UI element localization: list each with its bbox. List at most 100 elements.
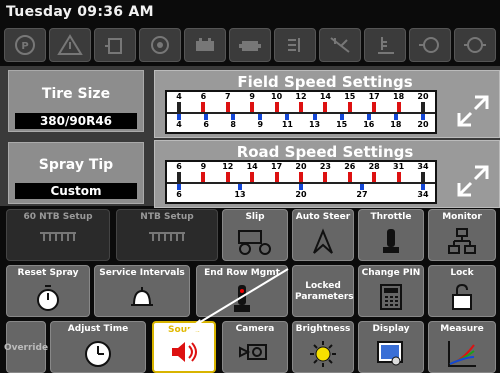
gauge-setpoint-bar[interactable] bbox=[201, 102, 206, 112]
gauge-top-tick: 7 bbox=[225, 92, 231, 101]
gauge-setpoint-bar[interactable] bbox=[250, 102, 255, 112]
warning-icon bbox=[49, 28, 91, 62]
slip-button[interactable]: Slip bbox=[222, 209, 288, 261]
gauge-top-tick: 14 bbox=[319, 92, 331, 101]
lock-button[interactable]: Lock bbox=[428, 265, 496, 317]
gauge-setpoint-bar[interactable] bbox=[177, 102, 181, 112]
gauge-setpoint-bar[interactable] bbox=[323, 172, 328, 182]
brightness-button[interactable]: Brightness bbox=[292, 321, 354, 373]
ntb60-setup-label: 60 NTB Setup bbox=[23, 212, 93, 222]
gauge-bottom-tick: 16 bbox=[363, 120, 375, 129]
battery-icon bbox=[184, 28, 226, 62]
gauge-setpoint-bar[interactable] bbox=[421, 102, 425, 112]
gauge-top-tick: 12 bbox=[295, 92, 307, 101]
gauge-setpoint-bar[interactable] bbox=[274, 102, 279, 112]
gauge-setpoint-bar[interactable] bbox=[372, 172, 377, 182]
gauge-setpoint-bar[interactable] bbox=[201, 172, 206, 182]
gauge-bottom-tick: 18 bbox=[390, 120, 402, 129]
locked-parameters-button[interactable]: Locked Parameters bbox=[292, 265, 354, 317]
tire-size-button[interactable]: Tire Size 380/90R46 bbox=[8, 70, 144, 132]
gauge-setpoint-bar[interactable] bbox=[225, 102, 230, 112]
joystick-icon bbox=[383, 229, 399, 253]
gauge-setpoint-bar[interactable] bbox=[299, 102, 303, 112]
gauge-bottom-tick: 13 bbox=[308, 120, 321, 129]
clock-icon bbox=[85, 341, 111, 367]
tractor-icon bbox=[238, 230, 271, 255]
measure-button[interactable]: Measure bbox=[428, 321, 496, 373]
gauge-bottom-tick: 15 bbox=[336, 120, 348, 129]
brightness-label: Brightness bbox=[295, 324, 351, 334]
ntb60-setup-button[interactable]: 60 NTB Setup bbox=[6, 209, 110, 261]
throttle-label: Throttle bbox=[370, 212, 412, 222]
sun-icon bbox=[310, 341, 336, 367]
locked-parameters-label: Locked Parameters bbox=[295, 281, 354, 302]
hydraulic-icon bbox=[319, 28, 361, 62]
ntb-setup-button[interactable]: NTB Setup bbox=[116, 209, 218, 261]
gauge-setpoint-bar[interactable] bbox=[347, 172, 352, 182]
gauge-top-tick: 23 bbox=[319, 162, 331, 171]
padlock-icon bbox=[452, 283, 472, 310]
bell-icon bbox=[131, 287, 153, 306]
gauge-top-tick: 14 bbox=[246, 162, 258, 171]
stopwatch-icon bbox=[37, 285, 59, 311]
gauge-bottom-tick: 6 bbox=[176, 190, 182, 199]
gauge-top-tick: 28 bbox=[368, 162, 380, 171]
gauge-setpoint-bar[interactable] bbox=[396, 102, 401, 112]
gauge-setpoint-bar[interactable] bbox=[323, 102, 328, 112]
expand-icon[interactable] bbox=[453, 161, 493, 201]
field-speed-gauge: 4 6 7 9 10 12 14 15 17 18 20 4 6 8 9 11 13 15 16 18 20 bbox=[165, 90, 437, 134]
gauge-top-tick: 18 bbox=[393, 92, 405, 101]
expand-icon[interactable] bbox=[453, 91, 493, 131]
gauge-top-tick: 17 bbox=[368, 92, 380, 101]
transmission-icon bbox=[454, 28, 496, 62]
override-button[interactable]: Override bbox=[3, 321, 49, 373]
gauge-setpoint-bar[interactable] bbox=[347, 102, 352, 112]
gauge-setpoint-bar[interactable] bbox=[274, 172, 279, 182]
gauge-setpoint-bar[interactable] bbox=[177, 172, 181, 182]
adjust-time-button[interactable]: Adjust Time bbox=[50, 321, 146, 373]
override-label: Override bbox=[3, 342, 49, 353]
gauge-setpoint-bar[interactable] bbox=[372, 102, 377, 112]
gauge-setpoint-bar[interactable] bbox=[225, 172, 230, 182]
gauge-top-tick: 6 bbox=[200, 92, 207, 101]
monitor-label: Monitor bbox=[442, 212, 482, 222]
display-button[interactable]: Display bbox=[358, 321, 424, 373]
coolant-icon bbox=[274, 28, 316, 62]
gauge-bottom-tick: 27 bbox=[356, 190, 368, 199]
network-icon bbox=[448, 228, 476, 254]
gauge-setpoint-bar[interactable] bbox=[299, 172, 303, 182]
spray-tip-button[interactable]: Spray Tip Custom bbox=[8, 142, 144, 204]
gauge-setpoint-bar[interactable] bbox=[396, 172, 401, 182]
status-icon-row: P bbox=[4, 28, 496, 62]
gauge-top-tick: 12 bbox=[222, 162, 234, 171]
adjust-time-label: Adjust Time bbox=[67, 324, 129, 334]
gauge-setpoint-bar[interactable] bbox=[421, 172, 425, 182]
gauge-setpoint-bar[interactable] bbox=[250, 172, 255, 182]
change-pin-button[interactable]: Change PIN bbox=[358, 265, 424, 317]
filter-icon bbox=[409, 28, 451, 62]
gauge-top-tick: 20 bbox=[417, 92, 429, 101]
spray-tip-label: Spray Tip bbox=[38, 157, 114, 173]
gauge-bottom-tick: 20 bbox=[417, 120, 429, 129]
reset-spray-label: Reset Spray bbox=[17, 268, 79, 278]
steering-icon bbox=[139, 28, 181, 62]
throttle-button[interactable]: Throttle bbox=[358, 209, 424, 261]
road-speed-settings[interactable]: Road Speed Settings 6 9 12 14 17 20 23 26 28 31 34… bbox=[154, 140, 500, 208]
gauge-bottom-tick: 9 bbox=[257, 120, 264, 129]
gauge-bottom-tick: 20 bbox=[295, 190, 307, 199]
park-icon: P bbox=[4, 28, 46, 62]
gauge-bottom-tick: 8 bbox=[230, 120, 236, 129]
gauge-top-tick: 17 bbox=[271, 162, 283, 171]
tire-size-label: Tire Size bbox=[41, 86, 111, 102]
gauge-bottom-tick: 4 bbox=[176, 120, 182, 129]
steer-arrow-icon bbox=[313, 228, 333, 254]
lock-label: Lock bbox=[450, 268, 474, 278]
field-speed-settings[interactable]: Field Speed Settings 4 6 7 9 10 12 14 15 17 18 20 4… bbox=[154, 70, 500, 138]
auto-steer-button[interactable]: Auto Steer bbox=[292, 209, 354, 261]
gauge-top-tick: 9 bbox=[200, 162, 207, 171]
pointer-arrow bbox=[184, 268, 289, 333]
gauge-top-tick: 26 bbox=[344, 162, 356, 171]
monitor-button[interactable]: Monitor bbox=[428, 209, 496, 261]
reset-spray-button[interactable]: Reset Spray bbox=[6, 265, 90, 317]
gauge-top-tick: 31 bbox=[393, 162, 405, 171]
